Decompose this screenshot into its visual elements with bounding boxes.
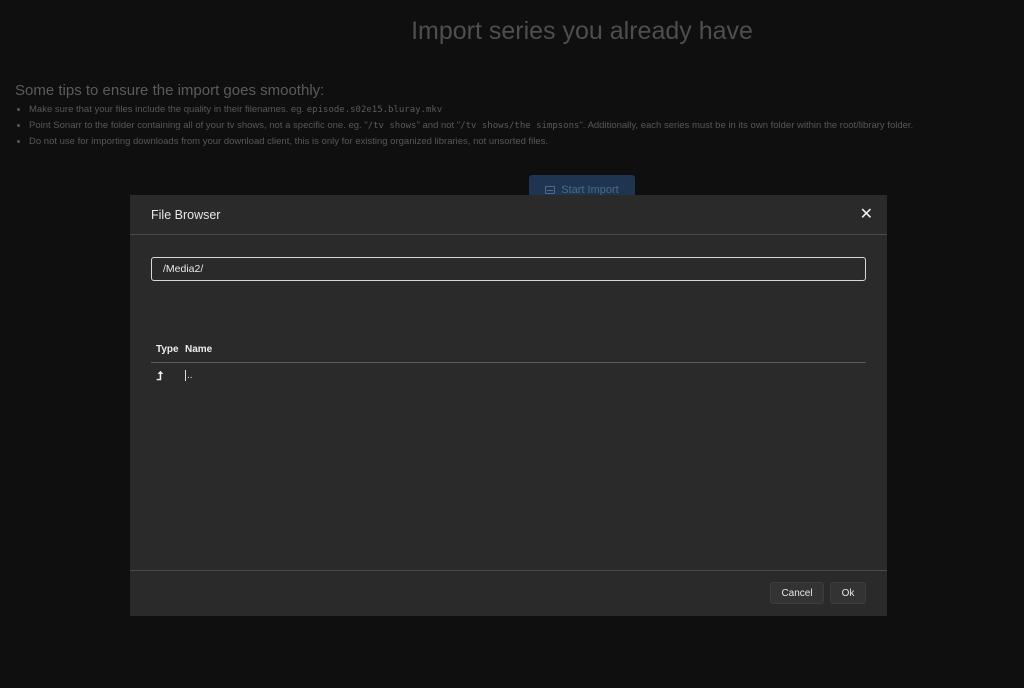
text-cursor — [185, 370, 186, 382]
ok-button[interactable]: Ok — [830, 582, 866, 604]
table-row[interactable]: ⮥ .. — [151, 363, 866, 389]
modal-footer: Cancel Ok — [130, 571, 887, 615]
table-cell-name: .. — [183, 370, 866, 382]
tip-code: /tv shows — [367, 121, 417, 131]
tip-code: /tv shows/the simpsons — [460, 121, 580, 131]
import-icon — [545, 186, 556, 194]
page: Import series you already have Some tips… — [0, 0, 1024, 688]
close-icon[interactable]: ✕ — [860, 206, 873, 223]
modal-header: File Browser ✕ — [130, 195, 887, 235]
tip-item: Do not use for importing downloads from … — [29, 134, 913, 149]
tip-text: ". Additionally, each series must be in … — [579, 120, 914, 131]
tip-text: " and not " — [416, 120, 461, 131]
table-header: Type Name — [151, 336, 866, 363]
tip-text: Do not use for importing downloads from … — [29, 136, 549, 147]
tip-text: Point Sonarr to the folder containing al… — [29, 120, 368, 131]
tip-item: Make sure that your files include the qu… — [29, 102, 913, 118]
column-header-type: Type — [156, 343, 179, 355]
file-browser-modal: File Browser ✕ Type Name ⮥ .. — [130, 195, 887, 616]
row-name: .. — [187, 370, 193, 382]
table-cell-type: ⮥ — [151, 369, 183, 384]
parent-folder-icon: ⮥ — [156, 368, 164, 383]
tips-heading: Some tips to ensure the import goes smoo… — [15, 82, 325, 99]
page-title: Import series you already have — [411, 17, 753, 45]
modal-body: Type Name ⮥ .. — [130, 235, 887, 571]
column-header-name: Name — [185, 343, 213, 355]
path-input[interactable] — [151, 257, 866, 281]
tip-item: Point Sonarr to the folder containing al… — [29, 118, 913, 134]
modal-title: File Browser — [151, 207, 221, 222]
file-table: Type Name ⮥ .. — [151, 336, 866, 389]
tip-text: Make sure that your files include the qu… — [29, 104, 307, 115]
cancel-button[interactable]: Cancel — [770, 582, 824, 604]
tips-list: Make sure that your files include the qu… — [15, 102, 913, 149]
tip-code: episode.s02e15.bluray.mkv — [306, 105, 443, 115]
